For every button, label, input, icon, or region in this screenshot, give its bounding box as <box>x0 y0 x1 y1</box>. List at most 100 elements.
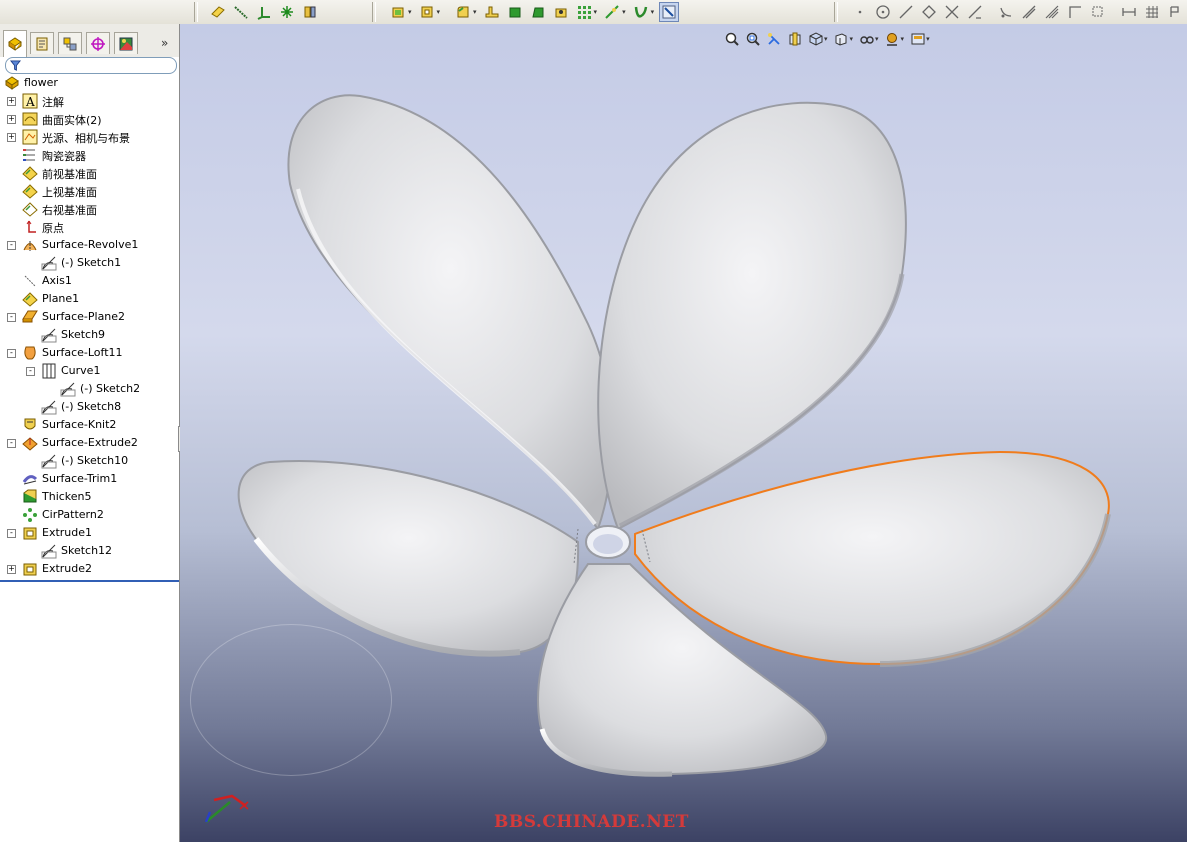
tree-node-label: Surface-Trim1 <box>42 472 118 485</box>
tree-node-2[interactable]: + 曲面实体(2) <box>0 110 179 128</box>
tree-node-cirpattern2[interactable]: CirPattern2 <box>0 506 179 524</box>
display-manager-tab[interactable] <box>114 32 138 54</box>
tree-node-sketch12[interactable]: Sketch12 <box>0 542 179 560</box>
extrude-boss-button[interactable] <box>388 2 408 22</box>
tree-node-sketch1[interactable]: (-) Sketch1 <box>0 254 179 272</box>
sketch-fillet-button[interactable] <box>996 2 1016 22</box>
draft-icon <box>531 7 544 18</box>
expand-toggle[interactable]: + <box>7 97 16 106</box>
point-sketch-button[interactable] <box>850 2 870 22</box>
polygon-button[interactable] <box>919 2 939 22</box>
property-manager-tab[interactable] <box>30 32 54 54</box>
tree-node-surface-knit2[interactable]: Surface-Knit2 <box>0 416 179 434</box>
shell-button[interactable] <box>505 2 525 22</box>
smart-dimension-button[interactable] <box>1119 2 1139 22</box>
expand-panel-arrows[interactable]: » <box>161 36 168 50</box>
configuration-manager-tab[interactable] <box>58 32 82 54</box>
tree-node-sketch10[interactable]: (-) Sketch10 <box>0 452 179 470</box>
curves-button[interactable] <box>602 2 622 22</box>
rib-button[interactable] <box>482 2 502 22</box>
zoom-to-fit-button[interactable] <box>722 29 741 49</box>
hide-show-items-button[interactable] <box>857 29 876 49</box>
mirror-button[interactable] <box>965 2 985 22</box>
hide-show-icon <box>859 36 874 44</box>
collapse-toggle[interactable]: - <box>7 529 16 538</box>
corner-rectangle-button[interactable] <box>1065 2 1085 22</box>
tree-node-sketch8[interactable]: (-) Sketch8 <box>0 398 179 416</box>
thicken-icon <box>23 489 37 503</box>
collapse-toggle[interactable]: - <box>7 439 16 448</box>
tree-node-node-8[interactable]: 原点 <box>0 218 179 236</box>
line-button[interactable] <box>896 2 916 22</box>
tree-node-surface-plane2[interactable]: - Surface-Plane2 <box>0 308 179 326</box>
coordinate-system-button[interactable] <box>254 2 274 22</box>
section-view-button[interactable] <box>785 29 804 49</box>
tree-node-surface-trim1[interactable]: Surface-Trim1 <box>0 470 179 488</box>
point-tool-button[interactable] <box>277 2 297 22</box>
shell-icon <box>509 7 521 18</box>
tree-node-sketch2[interactable]: (-) Sketch2 <box>0 380 179 398</box>
tree-node-label: (-) Sketch1 <box>61 256 122 269</box>
collapse-toggle[interactable]: - <box>7 313 16 322</box>
tree-node-extrude2[interactable]: + Extrude2 <box>0 560 179 578</box>
linear-pattern-button[interactable] <box>574 2 594 22</box>
instant3d-button[interactable] <box>631 2 651 22</box>
axis-tool-button[interactable] <box>231 2 251 22</box>
small-point-icon <box>858 10 862 14</box>
hole-wizard-button[interactable] <box>551 2 571 22</box>
tree-node-curve1[interactable]: - Curve1 <box>0 362 179 380</box>
collapse-toggle[interactable]: - <box>26 367 35 376</box>
expand-toggle[interactable]: + <box>7 115 16 124</box>
tree-node-plane1[interactable]: Plane1 <box>0 290 179 308</box>
tree-node-sketch9[interactable]: Sketch9 <box>0 326 179 344</box>
apply-scene-button[interactable] <box>908 29 927 49</box>
tree-node-extrude1[interactable]: - Extrude1 <box>0 524 179 542</box>
tree-node-node-3[interactable]: + 光源、相机与布景 <box>0 128 179 146</box>
trim-button[interactable] <box>942 2 962 22</box>
offset-icon <box>1022 5 1036 19</box>
tree-node-label: Surface-Knit2 <box>42 418 117 431</box>
sketch-icon <box>41 544 57 559</box>
circle-button[interactable] <box>873 2 893 22</box>
tree-node-thicken5[interactable]: Thicken5 <box>0 488 179 506</box>
tree-node-surface-extrude2[interactable]: - Surface-Extrude2 <box>0 434 179 452</box>
tree-node-node-7[interactable]: 右视基准面 <box>0 200 179 218</box>
sketch-relations-button[interactable] <box>1165 2 1185 22</box>
part-icon <box>5 76 19 90</box>
sketch-text-button[interactable] <box>1088 2 1108 22</box>
graphics-viewport[interactable]: ▾ ▾ ▾ ▾ ▾ BBS.CHINADE.NET <box>180 24 1187 842</box>
expand-toggle[interactable]: + <box>7 565 16 574</box>
petal-left[interactable] <box>237 460 580 655</box>
tree-node-surface-loft11[interactable]: - Surface-Loft11 <box>0 344 179 362</box>
collapse-toggle[interactable]: - <box>7 349 16 358</box>
zoom-to-area-button[interactable] <box>743 29 762 49</box>
sketch-toggle-button[interactable] <box>659 2 680 22</box>
tree-node-axis1[interactable]: Axis1 <box>0 272 179 290</box>
view-orientation-button[interactable] <box>806 29 825 49</box>
rollback-bar[interactable] <box>0 580 179 582</box>
grid-button[interactable] <box>1142 2 1162 22</box>
tree-node-node-5[interactable]: 前视基准面 <box>0 164 179 182</box>
tree-node-surface-revolve1[interactable]: - Surface-Revolve1 <box>0 236 179 254</box>
feature-manager-tab[interactable] <box>3 30 27 57</box>
tree-node-node-6[interactable]: 上视基准面 <box>0 182 179 200</box>
collapse-toggle[interactable]: - <box>7 241 16 250</box>
expand-toggle[interactable]: + <box>7 133 16 142</box>
tree-node-node-4[interactable]: 陶瓷瓷器 <box>0 146 179 164</box>
fillet-button[interactable] <box>453 2 473 22</box>
display-style-button[interactable] <box>832 29 851 49</box>
extrude-cut-button[interactable] <box>417 2 437 22</box>
previous-view-button[interactable] <box>764 29 783 49</box>
mate-reference-button[interactable] <box>300 2 320 22</box>
convert-entities-button[interactable] <box>1042 2 1062 22</box>
edit-appearance-button[interactable] <box>883 29 902 49</box>
tree-node-flower[interactable]: flower <box>0 74 179 92</box>
draft-button[interactable] <box>528 2 548 22</box>
convert-entities-icon <box>1045 5 1059 19</box>
petal-upper-right[interactable] <box>597 101 907 531</box>
tree-node-node-1[interactable]: + A 注解 <box>0 92 179 110</box>
plane-tool-button[interactable] <box>208 2 228 22</box>
offset-button[interactable] <box>1019 2 1039 22</box>
feature-filter-input[interactable] <box>5 57 177 74</box>
dimxpert-tab[interactable] <box>86 32 110 54</box>
